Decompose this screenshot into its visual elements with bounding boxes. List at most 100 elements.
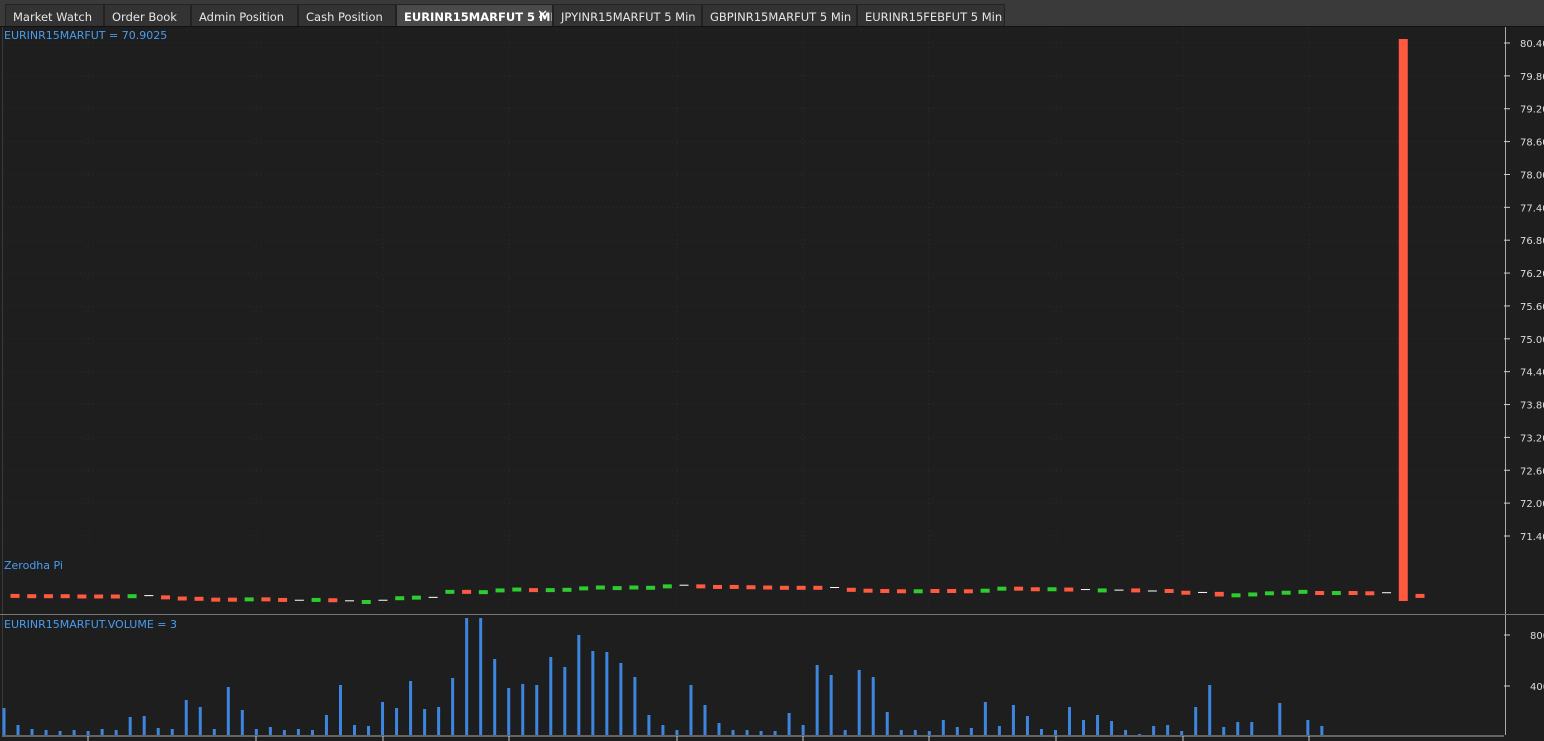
tab-1[interactable]: Order Book [104,4,191,26]
volume-bar [240,710,244,735]
volume-bar [801,725,805,735]
volume-bar [409,681,413,735]
volume-bar [381,702,385,735]
candle [428,596,438,598]
volume-bar [633,677,637,735]
tab-5[interactable]: JPYINR15MARFUT 5 Min [553,4,702,26]
volume-bar [1250,722,1254,735]
candle [495,588,505,593]
volume-bar [661,725,665,735]
tab-7[interactable]: EURINR15FEBFUT 5 Min [857,4,1005,26]
volume-bar [16,725,20,735]
y-tick-label: 75.00 [1520,335,1544,346]
volume-bar [184,700,188,735]
volume-bar [1039,729,1043,735]
volume-chart-pane[interactable]: 800 400 EURINR15MARFUT.VOLUME = 3 [0,615,1544,741]
close-tab-icon[interactable]: ✕ [537,8,548,23]
candle [529,588,539,593]
candle [1147,590,1157,592]
candle [445,589,455,594]
volume-bar [437,707,441,735]
price-chart: 80.40 79.80 79.20 78.60 78.00 77.40 76.80 76.20… [4,27,1544,614]
volume-bar [969,728,973,735]
tab-bar: Market Watch Order Book Admin Position Cash… [0,0,1544,27]
candle [612,586,622,591]
volume-bar [1194,707,1198,735]
candle [261,597,271,602]
volume-bar [703,705,707,735]
tab-label: Order Book [112,10,177,24]
y-tick-label: 79.20 [1520,105,1544,116]
tab-label: GBPINR15MARFUT 5 Min [710,10,852,24]
volume-bar [885,712,889,735]
volume-bar [479,618,483,735]
volume-bar [1068,707,1072,735]
candle [629,585,639,590]
candle [813,585,823,590]
tab-0[interactable]: Market Watch [5,4,104,26]
volume-bar [72,730,76,735]
y-tick-label: 79.80 [1520,72,1544,83]
candle [746,585,756,590]
candle [345,600,355,602]
volume-bar [549,657,553,735]
tab-3[interactable]: Cash Position [298,4,396,26]
candle [1331,591,1341,596]
y-tick-label: 78.60 [1520,138,1544,149]
y-tick-label: 78.00 [1520,170,1544,181]
candle [110,594,120,599]
candle [1181,590,1191,595]
volume-bar [675,730,679,735]
candle [1214,591,1224,597]
candle [1315,591,1325,596]
y-tick-label: 71.40 [1520,532,1544,543]
candle [545,588,555,593]
volume-bar [829,675,833,735]
candle [144,595,154,597]
volume-bar [1138,734,1142,735]
price-series-label: EURINR15MARFUT = 70.9025 [4,29,168,42]
candle [913,589,923,594]
candle [43,594,53,599]
candle [127,594,137,599]
y-tick-label: 400 [1530,682,1544,693]
volume-bar [941,720,945,735]
volume-bar [1180,731,1184,735]
candle [980,588,990,593]
candle [161,595,171,600]
candle [1030,587,1040,592]
candle [1080,589,1090,591]
volume-bar [1124,730,1128,735]
tab-6[interactable]: GBPINR15MARFUT 5 Min [702,4,857,26]
volume-bar [2,708,6,735]
candle [1382,592,1392,594]
candle [1047,587,1057,592]
volume-bar [731,730,735,735]
candle [244,597,254,602]
price-chart-pane[interactable]: 80.40 79.80 79.20 78.60 78.00 77.40 76.80 76.20… [0,27,1544,614]
candle [679,584,689,586]
volume-bar [857,670,861,735]
candle [562,587,572,592]
volume-bar [983,702,987,735]
volume-bar [591,651,595,735]
tab-2[interactable]: Admin Position [191,4,298,26]
y-tick-label: 73.20 [1520,433,1544,444]
candle [1114,589,1124,591]
watermark-label: Zerodha Pi [4,559,63,572]
y-tick-label: 76.80 [1520,236,1544,247]
volume-bar [955,727,959,735]
volume-bar [1152,726,1156,735]
y-tick-label: 73.80 [1520,401,1544,412]
candle [27,594,37,599]
volume-bar [647,715,651,735]
candle [1298,589,1308,594]
tab-4[interactable]: EURINR15MARFUT 5 MIn ✕ [396,4,553,26]
volume-bar [324,715,328,735]
tab-label: Market Watch [13,10,92,24]
volume-bar [745,730,749,735]
candle [395,596,405,601]
volume-bar [1011,705,1015,735]
volume-bar [1236,722,1240,735]
candle [1198,591,1208,593]
